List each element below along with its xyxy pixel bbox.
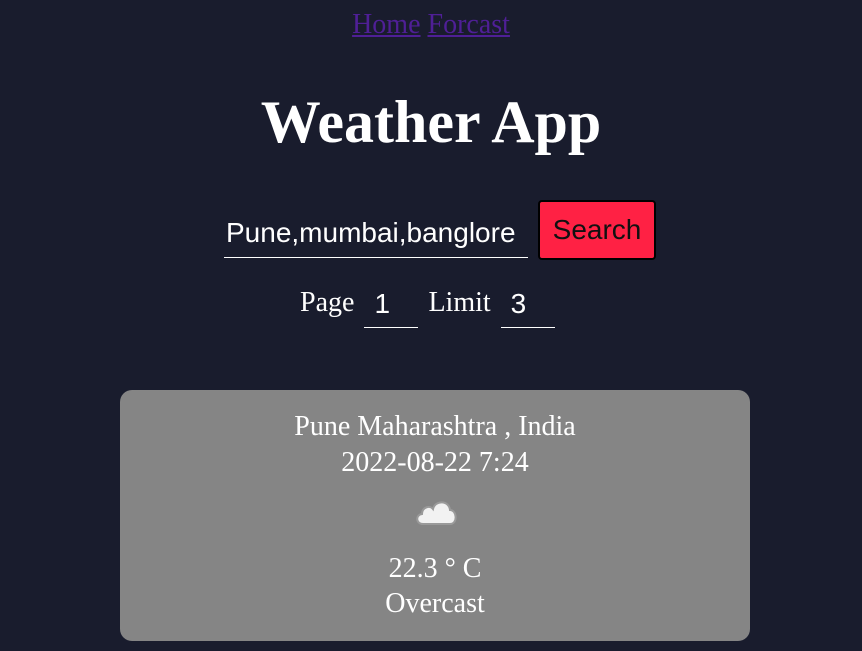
weather-datetime: 2022-08-22 7:24: [341, 447, 529, 478]
limit-label: Limit: [428, 287, 491, 318]
nav-forcast-link[interactable]: Forcast: [428, 9, 510, 40]
page-title: Weather App: [260, 89, 602, 155]
page-label: Page: [300, 287, 355, 318]
weather-temperature: 22.3 ° C: [388, 553, 482, 584]
nav-home-link[interactable]: Home: [352, 9, 420, 40]
weather-card: Pune Maharashtra , India 2022-08-22 7:24…: [120, 390, 750, 641]
weather-app-page: Home Forcast Weather App Search Page Lim…: [0, 0, 862, 651]
search-button[interactable]: Search: [538, 200, 656, 260]
weather-condition: Overcast: [385, 588, 485, 619]
search-input[interactable]: [224, 208, 528, 258]
top-nav: Home Forcast: [0, 8, 862, 42]
pagination-controls: Page Limit: [300, 280, 555, 330]
search-bar: Search: [224, 200, 656, 260]
limit-input[interactable]: [500, 280, 555, 328]
page-input[interactable]: [364, 280, 419, 328]
cloud-icon: [413, 494, 459, 528]
weather-location: Pune Maharashtra , India: [294, 411, 576, 442]
